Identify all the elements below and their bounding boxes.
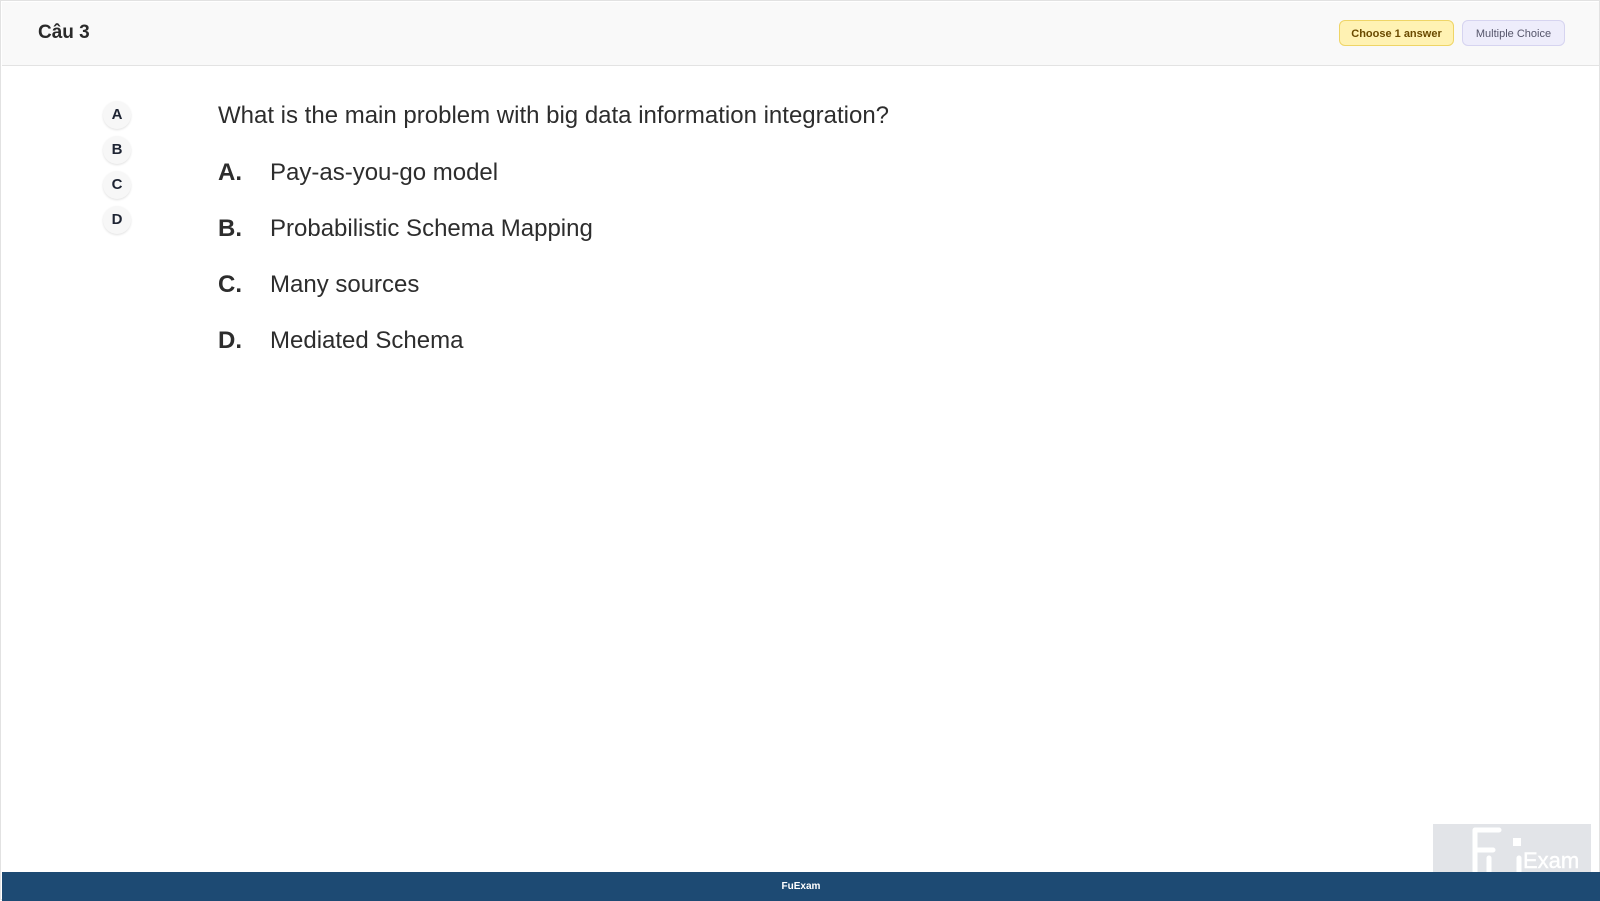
option-text: Probabilistic Schema Mapping	[270, 215, 593, 242]
answer-nav-a[interactable]: A	[103, 101, 131, 129]
option-key: B.	[218, 215, 242, 242]
footer-brand: FuExam	[781, 881, 821, 892]
option-key: A.	[218, 159, 242, 186]
svg-text:Exam: Exam	[1523, 848, 1579, 873]
option-text: Pay-as-you-go model	[270, 159, 499, 186]
option-text: Mediated Schema	[270, 327, 464, 354]
option-text: Many sources	[270, 271, 420, 298]
answer-nav-b[interactable]: B	[103, 136, 131, 164]
question-text: What is the main problem with big data i…	[218, 102, 890, 129]
exam-frame: Câu 3 Choose 1 answer Multiple Choice A …	[0, 0, 1600, 901]
answer-nav-d[interactable]: D	[103, 206, 131, 234]
answer-nav-c[interactable]: C	[103, 171, 131, 199]
question-type-badge: Multiple Choice	[1462, 20, 1565, 46]
option-key: C.	[218, 271, 242, 298]
choose-answer-badge: Choose 1 answer	[1339, 20, 1454, 46]
question-number: Câu 3	[38, 22, 90, 43]
option-key: D.	[218, 327, 242, 354]
question-header: Câu 3 Choose 1 answer Multiple Choice	[2, 2, 1599, 66]
footer-bar: FuExam	[2, 872, 1600, 901]
